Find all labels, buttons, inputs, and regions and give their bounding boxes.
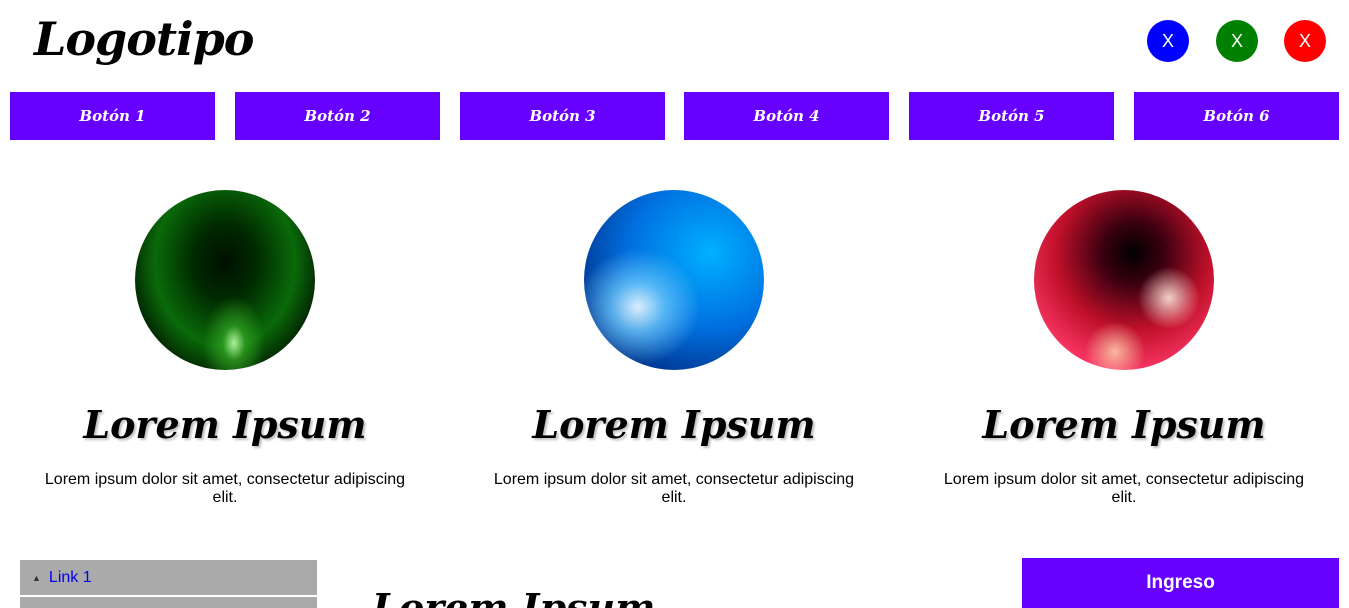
close-button-blue[interactable]: X [1147, 20, 1189, 62]
sidebar-item-next[interactable] [20, 597, 317, 608]
card-image-green [135, 190, 315, 370]
nav-button-2[interactable]: Botón 2 [235, 92, 440, 140]
nav-bar: Botón 1 Botón 2 Botón 3 Botón 4 Botón 5 … [0, 92, 1349, 140]
login-button[interactable]: Ingreso [1022, 558, 1339, 608]
feature-card-1: Lorem Ipsum Lorem ipsum dolor sit amet, … [20, 190, 420, 520]
card-image-blue [584, 190, 764, 370]
card-text: Lorem ipsum dolor sit amet, consectetur … [493, 471, 855, 506]
card-title: Lorem Ipsum [532, 402, 816, 447]
bullet-icon: ▲ [32, 572, 41, 583]
nav-button-5[interactable]: Botón 5 [909, 92, 1114, 140]
card-text: Lorem ipsum dolor sit amet, consectetur … [44, 471, 406, 506]
section-title: Lorem Ipsum [372, 585, 656, 608]
feature-card-3: Lorem Ipsum Lorem ipsum dolor sit amet, … [919, 190, 1319, 520]
close-button-green[interactable]: X [1216, 20, 1258, 62]
close-button-red[interactable]: X [1284, 20, 1326, 62]
card-image-red [1034, 190, 1214, 370]
nav-button-6[interactable]: Botón 6 [1134, 92, 1339, 140]
card-text: Lorem ipsum dolor sit amet, consectetur … [943, 471, 1305, 506]
card-title: Lorem Ipsum [83, 402, 367, 447]
nav-button-4[interactable]: Botón 4 [684, 92, 889, 140]
logo[interactable]: Logotipo [34, 12, 254, 66]
nav-button-3[interactable]: Botón 3 [460, 92, 665, 140]
sidebar-links: ▲ Link 1 [20, 560, 317, 608]
header: Logotipo X X X [0, 0, 1349, 92]
card-title: Lorem Ipsum [982, 402, 1266, 447]
feature-card-2: Lorem Ipsum Lorem ipsum dolor sit amet, … [469, 190, 869, 520]
nav-button-1[interactable]: Botón 1 [10, 92, 215, 140]
sidebar-link-label[interactable]: Link 1 [49, 569, 92, 587]
sidebar-item-link-1[interactable]: ▲ Link 1 [20, 560, 317, 597]
